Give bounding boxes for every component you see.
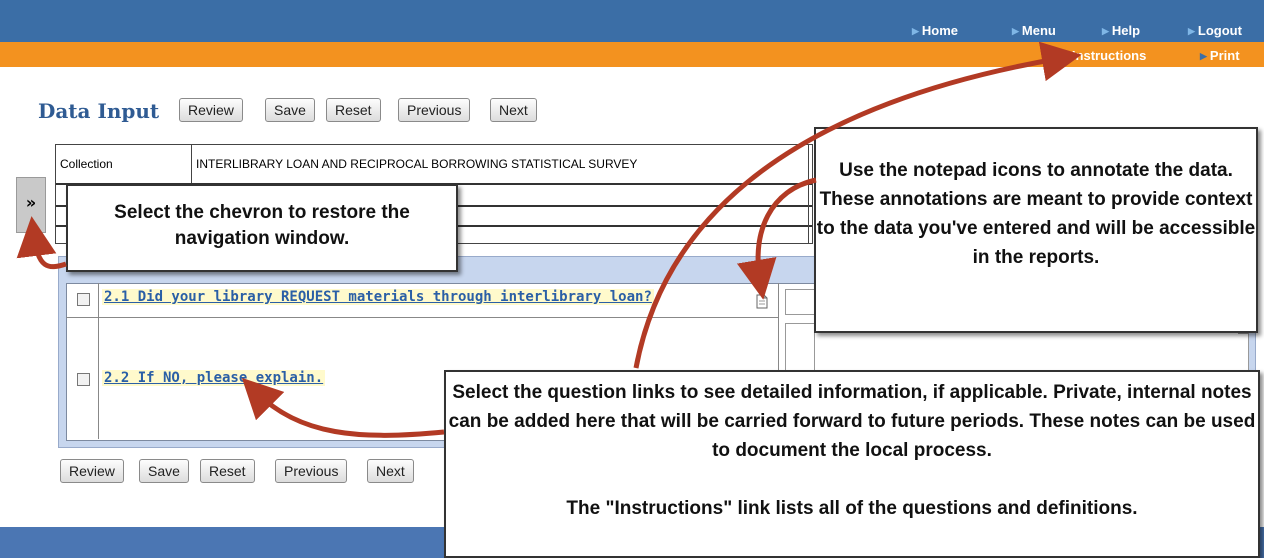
print-link[interactable]: ▶ Print — [1200, 48, 1240, 63]
page-title: Data Input — [38, 99, 160, 123]
triangle-icon: ▶ — [1012, 26, 1019, 36]
next-button-bottom[interactable]: Next — [367, 459, 414, 483]
question-2-1-checkbox[interactable] — [77, 293, 90, 306]
nav-menu[interactable]: ▶ Menu — [1012, 23, 1056, 38]
next-button[interactable]: Next — [490, 98, 537, 122]
instructions-link[interactable]: ▶ Instructions — [1062, 48, 1146, 63]
collection-value: INTERLIBRARY LOAN AND RECIPROCAL BORROWI… — [196, 157, 638, 171]
grid-divider — [808, 145, 809, 243]
reset-button-bottom[interactable]: Reset — [200, 459, 255, 483]
top-navigation-bar — [0, 0, 1264, 20]
notepad-icon[interactable] — [756, 294, 768, 309]
chevron-expand-button[interactable]: » — [16, 177, 46, 233]
review-button[interactable]: Review — [179, 98, 243, 122]
save-button[interactable]: Save — [265, 98, 315, 122]
triangle-icon: ▶ — [1102, 26, 1109, 36]
instructions-callout-text: The "Instructions" link lists all of the… — [566, 498, 1138, 519]
question-2-1-answer-field[interactable] — [785, 289, 815, 315]
question-callout-text: Select the question links to see detaile… — [448, 382, 1256, 461]
question-callout: Select the question links to see detaile… — [444, 370, 1260, 558]
collection-row: Collection INTERLIBRARY LOAN AND RECIPRO… — [56, 145, 812, 185]
review-button-bottom[interactable]: Review — [60, 459, 124, 483]
chevron-callout: Select the chevron to restore the naviga… — [66, 184, 458, 272]
nav-help[interactable]: ▶ Help — [1102, 23, 1140, 38]
collection-label: Collection — [60, 157, 113, 171]
question-2-1-link[interactable]: 2.1 Did your library REQUEST materials t… — [102, 289, 654, 305]
previous-button-bottom[interactable]: Previous — [275, 459, 348, 483]
previous-button[interactable]: Previous — [398, 98, 471, 122]
question-2-2-checkbox[interactable] — [77, 373, 90, 386]
question-2-2-link[interactable]: 2.2 If NO, please explain. — [102, 370, 326, 386]
checkbox-column-divider — [98, 283, 99, 439]
question-2-2-answer-field[interactable] — [785, 323, 815, 377]
nav-home[interactable]: ▶ Home — [912, 23, 958, 38]
top-navigation-bar-lower — [0, 20, 1264, 42]
nav-logout[interactable]: ▶ Logout — [1188, 23, 1242, 38]
reset-button[interactable]: Reset — [326, 98, 381, 122]
triangle-icon: ▶ — [912, 26, 919, 36]
triangle-icon: ▶ — [1200, 51, 1207, 61]
grid-divider — [191, 145, 192, 183]
triangle-icon: ▶ — [1188, 26, 1195, 36]
notepad-callout: Use the notepad icons to annotate the da… — [814, 127, 1258, 333]
triangle-icon: ▶ — [1062, 51, 1069, 61]
save-button-bottom[interactable]: Save — [139, 459, 189, 483]
